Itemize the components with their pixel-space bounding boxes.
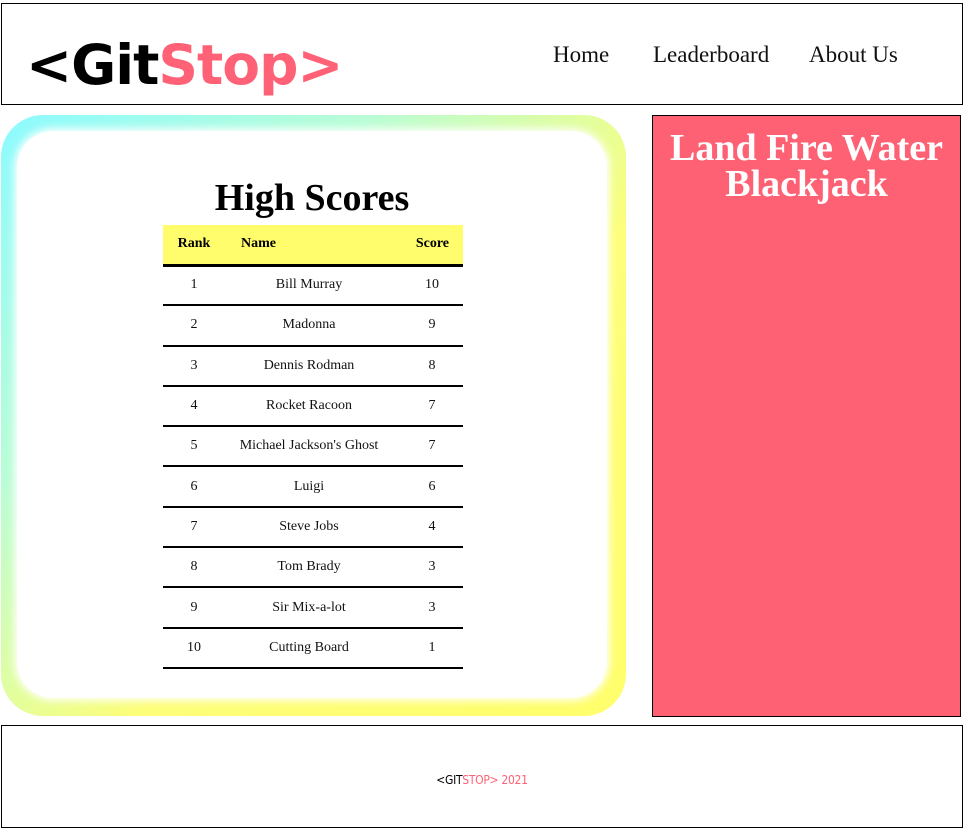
footer-logo-prefix: <GIT [436,773,463,787]
table-row: 6 Luigi 6 [163,466,463,508]
rank-cell: 5 [163,426,225,468]
rank-cell: 2 [163,305,225,347]
nav-about-us-link[interactable]: About Us [809,42,898,68]
name-cell: Cutting Board [225,627,393,669]
rank-column-header: Rank [163,225,225,267]
score-cell: 3 [393,547,463,589]
score-cell: 6 [393,466,463,508]
table-row: 2 Madonna 9 [163,305,463,347]
score-column-header: Score [393,225,463,267]
game-title-line-2: Blackjack [725,163,888,205]
site-footer: <GITSTOP> 2021 [1,725,963,828]
name-cell: Madonna [225,305,393,347]
table-row: 4 Rocket Racoon 7 [163,385,463,428]
leaderboard-card: High Scores Rank Name Score 1 Bill Murra… [1,115,626,716]
score-cell: 3 [393,587,463,629]
game-title[interactable]: Land Fire Water Blackjack [653,127,960,205]
leaderboard-card-inner: High Scores Rank Name Score 1 Bill Murra… [17,131,607,698]
high-scores-table: Rank Name Score 1 Bill Murray 10 2 Madon… [163,225,463,669]
table-row: 1 Bill Murray 10 [163,265,463,307]
nav-leaderboard-link[interactable]: Leaderboard [653,42,769,68]
logo-suffix: Stop> [158,33,343,97]
footer-copyright: <GITSTOP> 2021 [2,773,962,787]
name-cell: Rocket Racoon [225,385,393,428]
rank-cell: 6 [163,466,225,508]
rank-cell: 1 [163,265,225,307]
site-header: <GitStop> Home Leaderboard About Us [1,3,963,105]
score-cell: 4 [393,506,463,549]
score-cell: 7 [393,426,463,468]
score-cell: 7 [393,385,463,428]
name-cell: Bill Murray [225,265,393,307]
name-cell: Luigi [225,466,393,508]
rank-cell: 9 [163,587,225,629]
name-cell: Dennis Rodman [225,345,393,387]
rank-cell: 10 [163,627,225,669]
rank-cell: 7 [163,506,225,549]
nav-home-link[interactable]: Home [553,42,609,68]
table-header-row: Rank Name Score [163,225,463,267]
rank-cell: 3 [163,345,225,387]
name-column-header: Name [225,225,393,267]
rank-cell: 4 [163,385,225,428]
gitstop-logo[interactable]: <GitStop> [26,30,344,100]
rank-cell: 8 [163,547,225,589]
logo-prefix: <Git [26,33,159,97]
high-scores-title: High Scores [214,177,410,219]
table-row: 3 Dennis Rodman 8 [163,345,463,387]
footer-logo-suffix: STOP> 2021 [462,773,528,787]
name-cell: Tom Brady [225,547,393,589]
score-cell: 10 [393,265,463,307]
table-row: 9 Sir Mix-a-lot 3 [163,587,463,629]
table-row: 7 Steve Jobs 4 [163,506,463,549]
game-title-line-1: Land Fire Water [669,127,944,169]
score-cell: 8 [393,345,463,387]
score-cell: 9 [393,305,463,347]
name-cell: Michael Jackson's Ghost [225,426,393,468]
game-panel: Land Fire Water Blackjack [652,115,961,717]
table-row: 8 Tom Brady 3 [163,547,463,589]
name-cell: Steve Jobs [225,506,393,549]
score-cell: 1 [393,627,463,669]
table-row: 5 Michael Jackson's Ghost 7 [163,426,463,468]
table-row: 10 Cutting Board 1 [163,627,463,669]
name-cell: Sir Mix-a-lot [225,587,393,629]
